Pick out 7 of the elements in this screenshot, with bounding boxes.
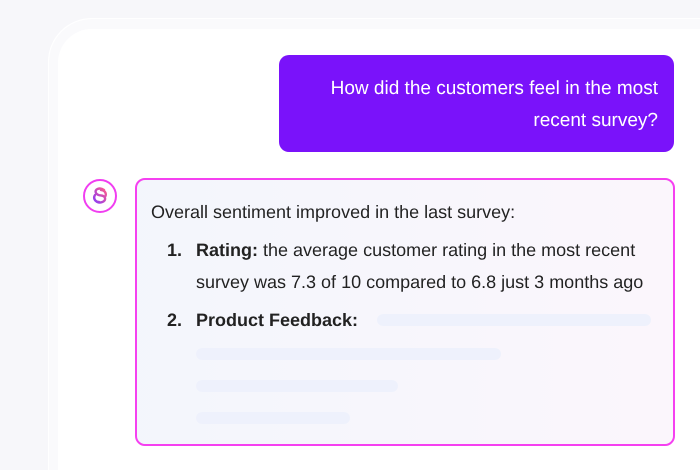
list-number: 2. <box>166 309 182 332</box>
list-number: 1. <box>166 239 182 262</box>
list-item-text: Rating: the average customer rating in the most recent survey was 7.3 of 10 compared to 6.8 just 3 months ago <box>196 240 644 292</box>
swirl-logo-icon <box>90 186 110 206</box>
user-message: How did the customers feel in the most recent survey? <box>279 55 674 152</box>
list-item-label: Product Feedback: <box>196 309 358 332</box>
message-intro: Overall sentiment improved in the last survey: <box>151 201 516 224</box>
